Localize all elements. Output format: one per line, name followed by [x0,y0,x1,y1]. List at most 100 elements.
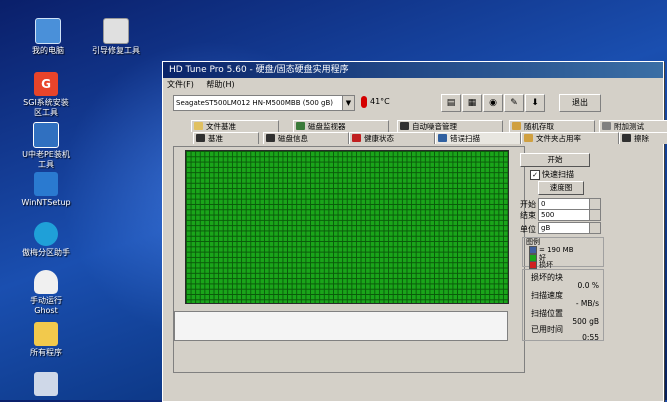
drive-select-value: SeagateST500LM012 HN-M500MBB (500 gB) [176,99,334,107]
tab-label: 擦除 [634,134,649,143]
tab-label: 健康状态 [364,134,394,143]
network-icon [34,372,58,396]
winntsetup-icon [34,172,58,196]
speed-map-button[interactable]: 速度图 [538,181,584,195]
tab-health[interactable]: 健康状态 [349,132,435,144]
monitor-icon [296,122,305,130]
tab-label: 文件基准 [206,122,236,131]
desktop-icon-label: 手动运行 Ghost [30,296,62,315]
end-input[interactable]: 500 [538,209,590,221]
quick-scan-label: 快速扫描 [542,170,574,179]
erase-icon [622,134,631,142]
boot-repair-icon [103,18,129,44]
unit-label: 单位 [520,225,536,234]
desktop-icon-winntsetup[interactable]: WinNTSetup [16,172,76,208]
tab-row-1: 文件基准 磁盘监视器 自动噪音管理 随机存取 附加测试 [173,120,667,132]
tab-disk-info[interactable]: 磁盘信息 [263,132,349,144]
computer-icon [35,18,61,44]
scan-position-label: 扫描位置 [531,309,563,318]
desktop-icon-boot-repair[interactable]: 引导修复工具 [86,18,146,56]
tab-aam[interactable]: 自动噪音管理 [397,120,503,132]
exit-button[interactable]: 退出 [559,94,601,112]
magnifier-icon [438,134,447,142]
scan-log-box [174,311,508,341]
scan-controls: 开始 ✓ 快速扫描 速度图 开始 0 结束 500 单位 gB 图例 = 190… [518,153,638,398]
scan-speed-label: 扫描速度 [531,291,563,300]
info-icon [266,134,275,142]
legend-box: 图例 = 190 MB 好 损坏 [522,237,604,269]
desktop-icon-partial[interactable] [16,372,76,398]
copy-screenshot-button[interactable]: ▦ [462,94,482,112]
toolbar: SeagateST500LM012 HN-M500MBB (500 gB) ▼ … [163,93,663,115]
desktop-icon-label: 引导修复工具 [92,46,140,55]
error-scan-panel [173,146,525,373]
window-title[interactable]: HD Tune Pro 5.60 - 硬盘/固态硬盘实用程序 [163,62,663,78]
file-benchmark-icon [194,122,203,130]
tab-benchmark[interactable]: 基准 [193,132,259,144]
elapsed-time-label: 已用时间 [531,325,563,334]
desktop-icon-label: SGI系统安装 区工具 [23,98,69,117]
desktop-icon-my-computer[interactable]: 我的电脑 [18,18,78,56]
desktop-icon-label: U中老PE装机 工具 [22,150,70,169]
benchmark-icon [196,134,205,142]
ghost-icon [34,270,58,294]
folder-icon [34,322,58,346]
desktop-icon-all-programs[interactable]: 所有程序 [16,322,76,358]
menu-bar: 文件(F) 帮助(H) [163,78,663,91]
partition-icon [34,222,58,246]
wrench-icon: ✎ [510,98,518,108]
damaged-blocks-label: 损坏的块 [531,273,563,282]
health-icon [352,134,361,142]
tab-extra-tests[interactable]: 附加测试 [599,120,667,132]
tab-folder-usage[interactable]: 文件夹占用率 [521,132,619,144]
menu-help[interactable]: 帮助(H) [206,80,234,89]
start-scan-button[interactable]: 开始 [520,153,590,167]
save-button[interactable]: ⬇ [525,94,545,112]
thermometer-icon [361,95,367,108]
tab-label: 磁盘信息 [278,134,308,143]
temperature-display: 41°C [361,95,399,109]
download-icon: ⬇ [531,98,539,108]
copy-info-button[interactable]: ▤ [441,94,461,112]
tab-file-benchmark[interactable]: 文件基准 [191,120,279,132]
desktop-icon-pe-installer[interactable]: U中老PE装机 工具 [16,122,76,170]
clipboard-icon: ▦ [467,98,477,108]
desktop-icon-label: 我的电脑 [32,46,64,55]
chevron-down-icon[interactable]: ▼ [342,96,354,110]
elapsed-time-value: 0:55 [582,333,599,342]
copy-icon: ▤ [446,98,456,108]
stats-box: 损坏的块 0.0 % 扫描速度 - MB/s 扫描位置 500 gB 已用时间 … [522,269,604,342]
chevron-down-icon[interactable] [589,222,601,234]
desktop-icon-partition-assistant[interactable]: 傲梅分区助手 [16,222,76,258]
screenshot-button[interactable]: ◉ [483,94,503,112]
desktop-icon-label: 所有程序 [30,348,62,357]
speaker-icon [400,122,409,130]
unit-select[interactable]: gB [538,222,590,234]
menu-file[interactable]: 文件(F) [167,80,194,89]
tab-label: 附加测试 [614,122,644,131]
tab-error-scan[interactable]: 错误扫描 [435,132,521,144]
desktop-icon-sgi[interactable]: G SGI系统安装 区工具 [16,72,76,118]
tab-label: 基准 [208,134,223,143]
desktop-icon-label: WinNTSetup [21,198,71,207]
tab-label: 随机存取 [524,122,554,131]
folder-icon [524,134,533,142]
random-access-icon [512,122,521,130]
hdtune-window: HD Tune Pro 5.60 - 硬盘/固态硬盘实用程序 文件(F) 帮助(… [162,61,667,402]
quick-scan-checkbox[interactable]: ✓ [530,170,540,180]
legend-damaged: 损坏 [529,261,553,269]
options-button[interactable]: ✎ [504,94,524,112]
extra-tests-icon [602,122,611,130]
tab-disk-monitor[interactable]: 磁盘监视器 [293,120,389,132]
drive-select[interactable]: SeagateST500LM012 HN-M500MBB (500 gB) ▼ [173,95,355,111]
desktop-icon-ghost[interactable]: 手动运行 Ghost [16,270,76,316]
damaged-blocks-value: 0.0 % [577,281,599,290]
tab-label: 错误扫描 [450,134,480,143]
tab-random-access[interactable]: 随机存取 [509,120,595,132]
sgi-icon: G [34,72,58,96]
scan-speed-value: - MB/s [575,299,599,308]
tab-label: 自动噪音管理 [412,122,457,131]
end-spinner[interactable] [589,209,601,221]
tab-label: 文件夹占用率 [536,134,581,143]
tab-erase[interactable]: 擦除 [619,132,667,144]
